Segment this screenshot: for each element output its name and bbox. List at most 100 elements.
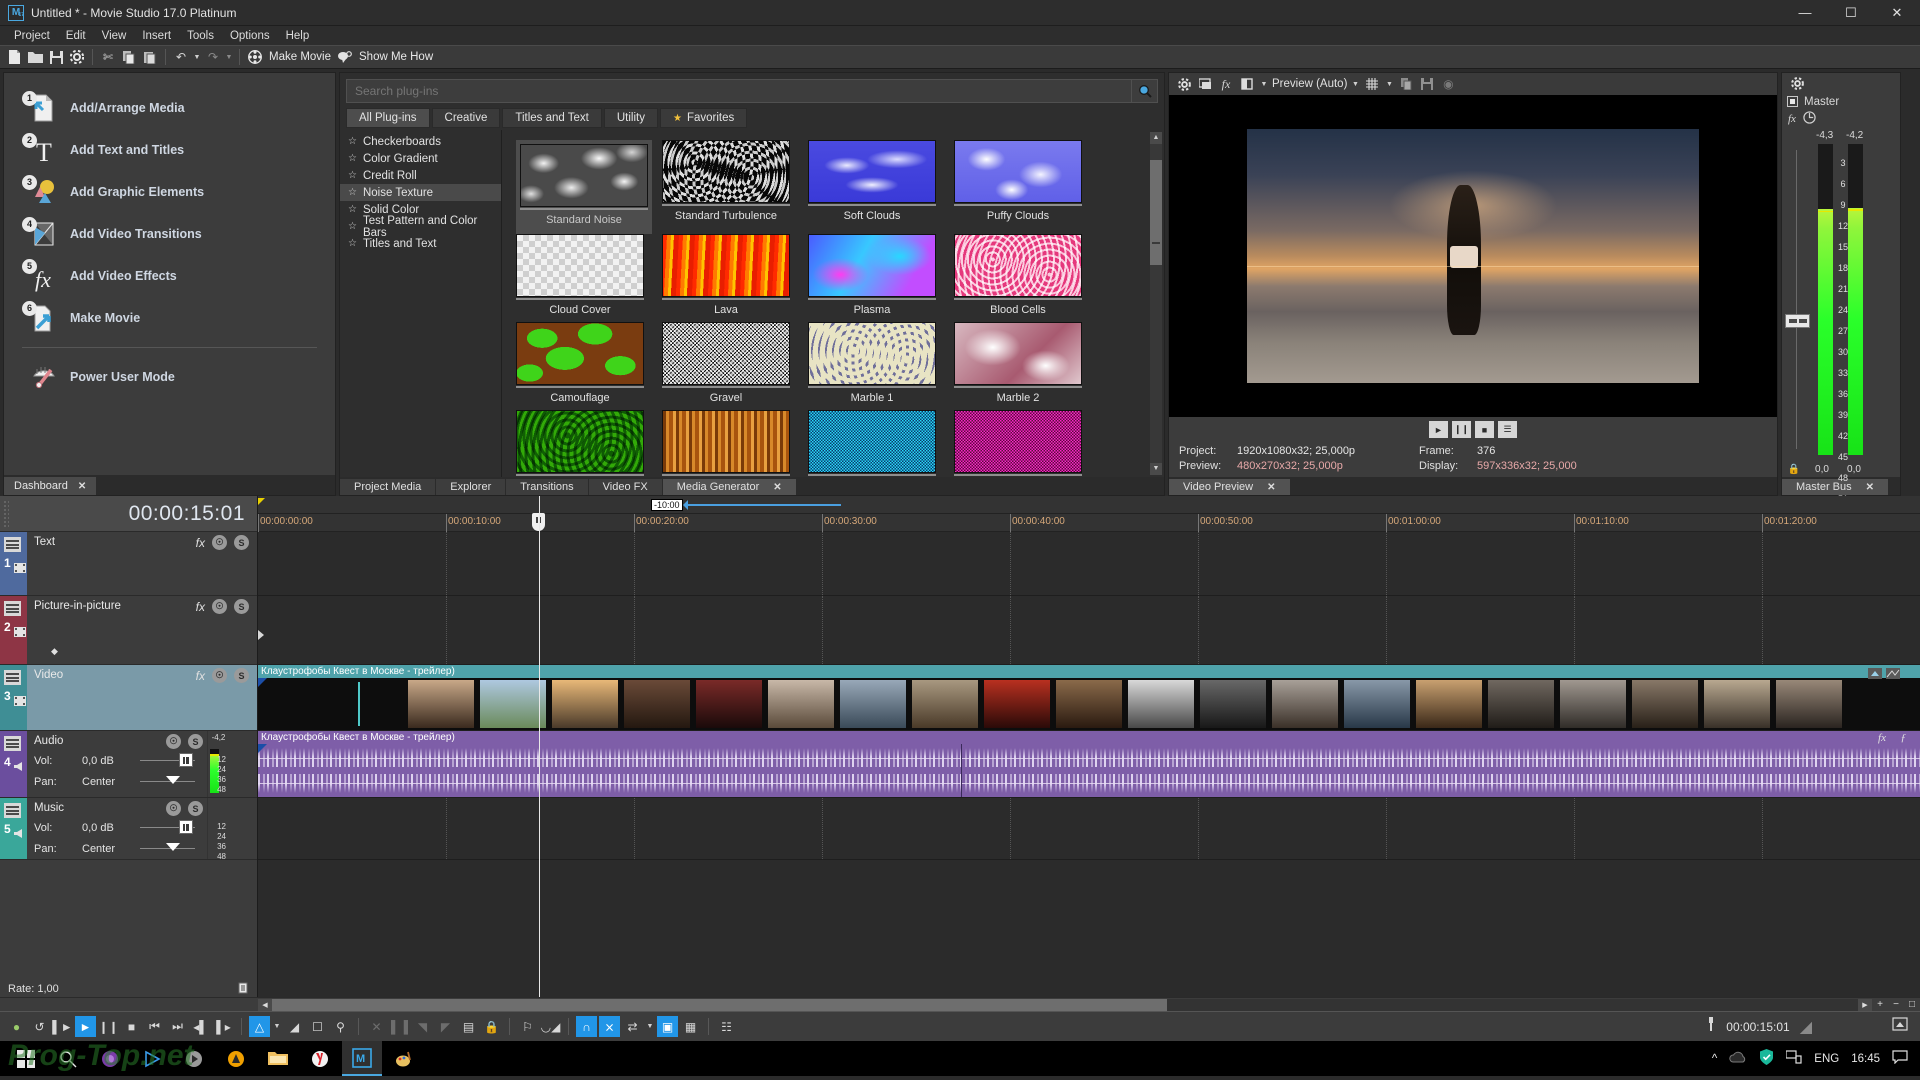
preview-mode-button[interactable]: ☰: [1498, 421, 1517, 438]
dashboard-item-add-arrange-media[interactable]: 1 Add/Arrange Media: [4, 87, 335, 129]
pan-slider[interactable]: [140, 781, 195, 782]
auto-ripple-caret-icon[interactable]: ▼: [645, 1023, 655, 1030]
mute-icon[interactable]: ☉: [166, 734, 181, 749]
lock-envelopes-icon[interactable]: ▣: [657, 1016, 678, 1037]
overlay-icon[interactable]: [1238, 75, 1256, 93]
tab-explorer[interactable]: Explorer: [436, 479, 505, 495]
close-icon[interactable]: ✕: [78, 481, 86, 492]
audio-clip[interactable]: Клаустрофобы Квест в Москве - трейлер): [258, 731, 1920, 797]
video-clip[interactable]: Клаустрофобы Квест в Москве - трейлер): [258, 665, 1920, 730]
scroll-down-icon[interactable]: ▼: [1150, 463, 1162, 475]
scroll-left-icon[interactable]: ◀: [258, 999, 272, 1011]
preset-marble-2[interactable]: Marble 2: [954, 322, 1090, 410]
plugin-category-test-pattern[interactable]: ☆Test Pattern and Color Bars: [340, 218, 501, 235]
loop-region-bar[interactable]: -10:00: [258, 496, 1920, 514]
clock[interactable]: 16:45: [1851, 1053, 1880, 1065]
search-icon[interactable]: [48, 1041, 88, 1076]
go-to-end-icon[interactable]: ⏭: [167, 1016, 188, 1037]
track-grip-icon[interactable]: [4, 601, 21, 616]
tab-video-fx[interactable]: Video FX: [589, 479, 662, 495]
track-grip-icon[interactable]: [4, 803, 21, 818]
preset-standard-noise[interactable]: Standard Noise: [516, 140, 652, 234]
trim-start-icon[interactable]: ◥: [412, 1016, 433, 1037]
timeline-row-video[interactable]: Клаустрофобы Квест в Москве - трейлер): [258, 665, 1920, 731]
fx-icon[interactable]: fx: [196, 536, 205, 550]
preset-lava[interactable]: Lava: [662, 234, 798, 322]
zoom-edit-tool-icon[interactable]: ⚲: [330, 1016, 351, 1037]
play-button[interactable]: ►: [1429, 421, 1448, 438]
star-icon[interactable]: ☆: [348, 221, 357, 232]
track-header-video[interactable]: 3 Video fx ☉ S: [0, 665, 257, 731]
preset-standard-turbulence[interactable]: Standard Turbulence: [662, 140, 798, 234]
timeline-row-audio[interactable]: Клаустрофобы Квест в Москве - трейлер) f…: [258, 731, 1920, 798]
dashboard-item-add-video-transitions[interactable]: 4 Add Video Transitions: [4, 213, 335, 255]
overlay-caret-icon[interactable]: ▼: [1259, 81, 1269, 88]
minimize-button[interactable]: —: [1782, 0, 1828, 26]
menu-tools[interactable]: Tools: [179, 28, 222, 44]
cortana-icon[interactable]: [90, 1041, 130, 1076]
tab-project-media[interactable]: Project Media: [340, 479, 435, 495]
gear-icon[interactable]: [1788, 74, 1806, 92]
mute-icon[interactable]: ☉: [166, 801, 181, 816]
zoom-out-icon[interactable]: +: [1872, 999, 1888, 1011]
save-project-icon[interactable]: [46, 47, 66, 67]
preview-quality-label[interactable]: Preview (Auto): [1272, 78, 1347, 90]
preset-soft-clouds[interactable]: Soft Clouds: [808, 140, 944, 234]
lock-icon[interactable]: 🔒: [481, 1016, 502, 1037]
star-icon[interactable]: ☆: [348, 238, 357, 249]
pause-button[interactable]: ❙❙: [1452, 421, 1471, 438]
fx-icon[interactable]: fx: [196, 669, 205, 683]
clip-fade-in-handle[interactable]: [258, 678, 267, 687]
close-icon[interactable]: ✕: [1267, 482, 1275, 493]
play-icon[interactable]: [174, 1041, 214, 1076]
tab-favorites[interactable]: ★ Favorites: [660, 108, 747, 128]
zoom-fit-icon[interactable]: [1892, 1017, 1908, 1036]
preset-puffy-clouds[interactable]: Puffy Clouds: [954, 140, 1090, 234]
master-fader-track[interactable]: [1796, 150, 1797, 449]
fx-icon[interactable]: fx: [1217, 75, 1235, 93]
fx-icon[interactable]: fx: [1878, 732, 1886, 744]
cut-icon[interactable]: ✕: [366, 1016, 387, 1037]
pause-icon[interactable]: ❙❙: [98, 1016, 119, 1037]
onedrive-icon[interactable]: [1729, 1051, 1747, 1067]
notification-icon[interactable]: [1892, 1050, 1908, 1067]
record-icon[interactable]: ●: [6, 1016, 27, 1037]
undo-icon[interactable]: ↶: [171, 47, 191, 67]
track-automation-icon[interactable]: [1886, 666, 1900, 677]
start-icon[interactable]: [6, 1041, 46, 1076]
mute-icon[interactable]: ☉: [212, 668, 227, 683]
ignore-event-grouping-icon[interactable]: ▦: [680, 1016, 701, 1037]
menu-options[interactable]: Options: [222, 28, 278, 44]
grid-caret-icon[interactable]: ▼: [1384, 81, 1394, 88]
track-fx-chain-icon[interactable]: [1868, 666, 1882, 677]
menu-view[interactable]: View: [94, 28, 135, 44]
stop-button[interactable]: ■: [1475, 421, 1494, 438]
close-button[interactable]: ✕: [1874, 0, 1920, 26]
language-indicator[interactable]: ENG: [1814, 1053, 1839, 1065]
loop-region[interactable]: -10:00: [651, 498, 841, 511]
track-header-audio[interactable]: 4 Audio ☉ S Vol: 0,0 dB: [0, 731, 257, 798]
slider-handle[interactable]: [166, 843, 180, 851]
preset-blood-cells[interactable]: Blood Cells: [954, 234, 1090, 322]
slider-handle[interactable]: [179, 820, 193, 834]
pan-slider[interactable]: [140, 848, 195, 849]
plugin-category-checkerboards[interactable]: ☆Checkerboards: [340, 133, 501, 150]
selection-length-icon[interactable]: ◢: [1800, 1017, 1812, 1037]
master-enable-checkbox[interactable]: [1787, 96, 1798, 107]
track-grip-icon[interactable]: [4, 736, 21, 751]
tab-titles-and-text[interactable]: Titles and Text: [502, 108, 602, 128]
show-me-how-icon[interactable]: [335, 47, 355, 67]
timeline-row-text[interactable]: [258, 532, 1920, 596]
scroll-up-icon[interactable]: ▲: [1150, 132, 1162, 144]
make-movie-label[interactable]: Make Movie: [266, 51, 334, 63]
track-empty-area[interactable]: [0, 860, 257, 980]
timeline-row-music[interactable]: [258, 798, 1920, 860]
lock-icon[interactable]: 🔒: [1782, 464, 1806, 475]
media-player-icon[interactable]: [132, 1041, 172, 1076]
tab-video-preview[interactable]: Video Preview ✕: [1169, 479, 1290, 495]
track-grip-icon[interactable]: [4, 670, 21, 685]
volume-slider[interactable]: [140, 760, 195, 761]
rate-slider-handle[interactable]: [237, 982, 249, 997]
preset-plasma[interactable]: Plasma: [808, 234, 944, 322]
file-explorer-icon[interactable]: [258, 1041, 298, 1076]
